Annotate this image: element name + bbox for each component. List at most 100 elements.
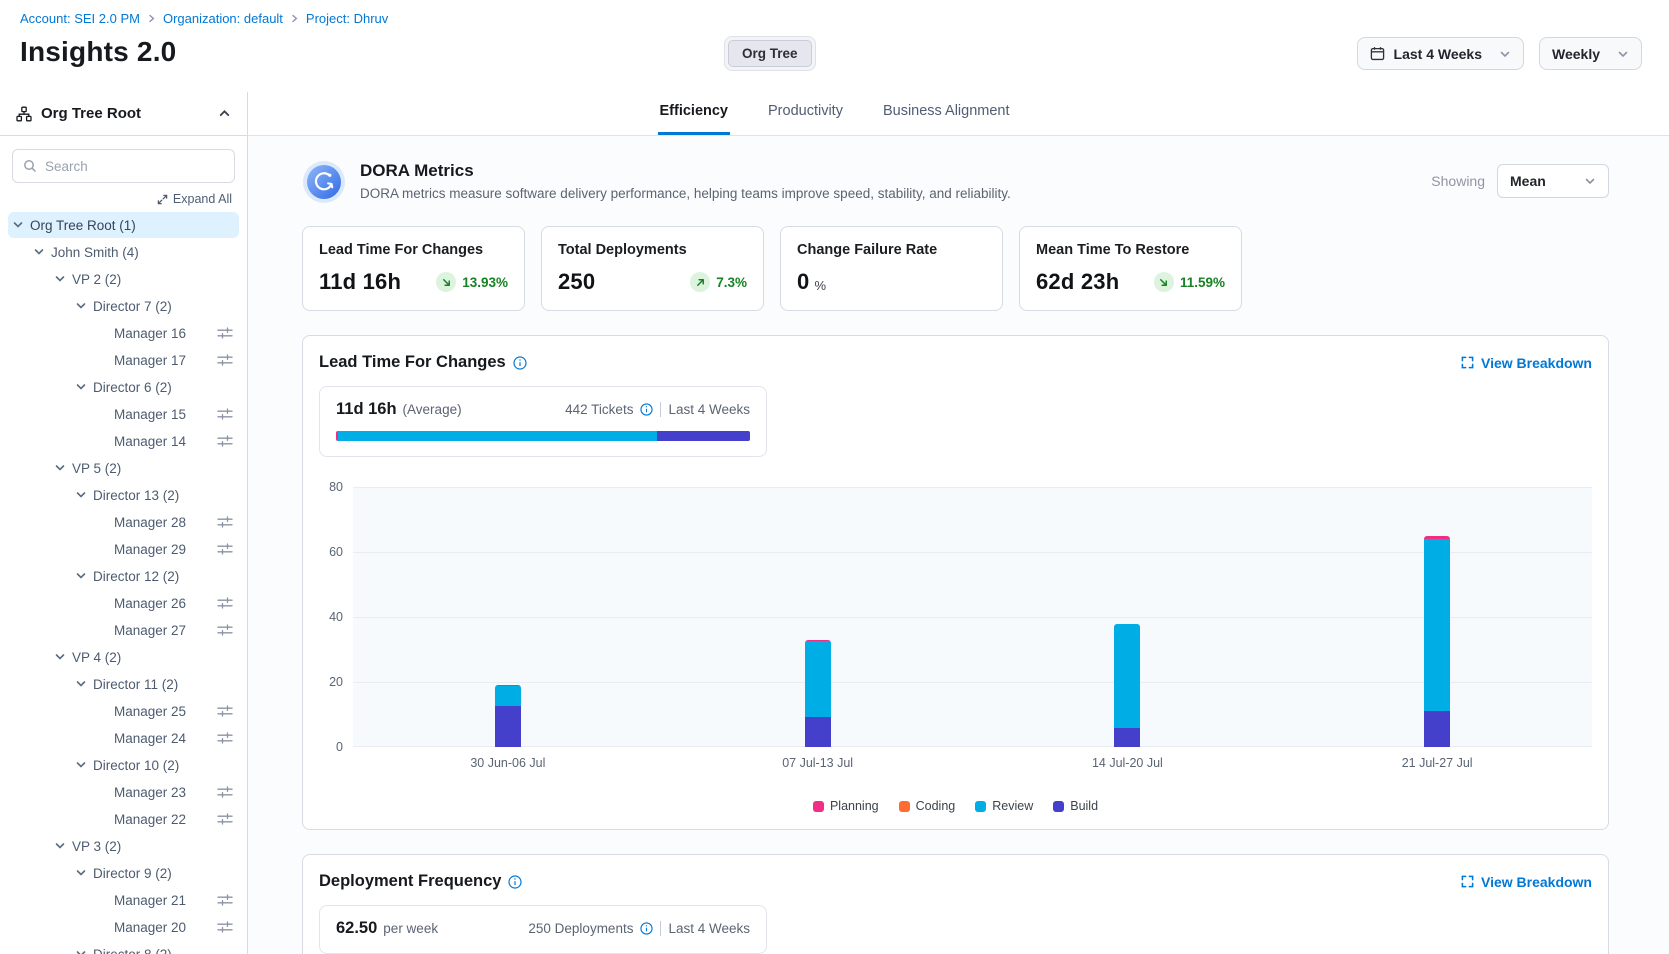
tree-item[interactable]: Manager 28 bbox=[8, 509, 239, 535]
sliders-icon[interactable] bbox=[217, 542, 233, 556]
tab-productivity[interactable]: Productivity bbox=[766, 103, 845, 135]
trend-down-icon bbox=[436, 272, 456, 292]
sliders-icon[interactable] bbox=[217, 785, 233, 799]
chart-bar bbox=[1424, 536, 1450, 747]
tree-item[interactable]: Director 12 (2) bbox=[8, 563, 239, 589]
tree-item[interactable]: Manager 29 bbox=[8, 536, 239, 562]
sliders-icon[interactable] bbox=[217, 407, 233, 421]
tree-item[interactable]: Manager 17 bbox=[8, 347, 239, 373]
breadcrumb-link[interactable]: Organization: default bbox=[163, 11, 283, 26]
tree-item-label: VP 5 (2) bbox=[72, 461, 121, 476]
metric-card[interactable]: Lead Time For Changes11d 16h13.93% bbox=[302, 226, 525, 311]
tree-item[interactable]: Manager 27 bbox=[8, 617, 239, 643]
sliders-icon[interactable] bbox=[217, 353, 233, 367]
tree-item[interactable]: Director 6 (2) bbox=[8, 374, 239, 400]
info-icon[interactable] bbox=[640, 922, 653, 935]
sliders-icon[interactable] bbox=[217, 704, 233, 718]
info-icon[interactable] bbox=[513, 356, 527, 370]
tree-item[interactable]: Org Tree Root (1) bbox=[8, 212, 239, 238]
tree-item[interactable]: VP 2 (2) bbox=[8, 266, 239, 292]
chevron-down-icon[interactable] bbox=[75, 570, 93, 582]
metric-card[interactable]: Mean Time To Restore62d 23h11.59% bbox=[1019, 226, 1242, 311]
sliders-icon[interactable] bbox=[217, 812, 233, 826]
sliders-icon[interactable] bbox=[217, 596, 233, 610]
tree-item-label: Manager 20 bbox=[114, 920, 186, 935]
chevron-down-icon[interactable] bbox=[75, 678, 93, 690]
metric-card[interactable]: Change Failure Rate0% bbox=[780, 226, 1003, 311]
tree-item[interactable]: Director 11 (2) bbox=[8, 671, 239, 697]
legend-item-build[interactable]: Build bbox=[1053, 799, 1098, 813]
chevron-down-icon[interactable] bbox=[12, 219, 30, 231]
stage-distribution-bar bbox=[336, 431, 750, 441]
tree-item[interactable]: VP 3 (2) bbox=[8, 833, 239, 859]
period-label: Last 4 Weeks bbox=[668, 402, 750, 417]
chevron-down-icon bbox=[96, 894, 114, 906]
content-scroll-area[interactable]: DORA Metrics DORA metrics measure softwa… bbox=[248, 136, 1669, 954]
metric-card[interactable]: Total Deployments2507.3% bbox=[541, 226, 764, 311]
tree-search[interactable] bbox=[12, 149, 235, 183]
sliders-icon[interactable] bbox=[217, 920, 233, 934]
org-tree-button[interactable]: Org Tree bbox=[728, 40, 812, 67]
sliders-icon[interactable] bbox=[217, 623, 233, 637]
tree-item[interactable]: Manager 26 bbox=[8, 590, 239, 616]
deployment-view-breakdown[interactable]: View Breakdown bbox=[1461, 874, 1592, 890]
breadcrumb: Account: SEI 2.0 PM Organization: default… bbox=[0, 0, 1669, 26]
chevron-down-icon[interactable] bbox=[75, 867, 93, 879]
sliders-icon[interactable] bbox=[217, 731, 233, 745]
tree-item[interactable]: Manager 23 bbox=[8, 779, 239, 805]
tree-item[interactable]: Director 10 (2) bbox=[8, 752, 239, 778]
tree-item[interactable]: Manager 25 bbox=[8, 698, 239, 724]
tree-item[interactable]: Manager 24 bbox=[8, 725, 239, 751]
chevron-down-icon[interactable] bbox=[54, 840, 72, 852]
tree-item[interactable]: Manager 21 bbox=[8, 887, 239, 913]
tree-item[interactable]: Manager 15 bbox=[8, 401, 239, 427]
x-tick-label: 07 Jul-13 Jul bbox=[748, 756, 888, 770]
tree-item[interactable]: Director 9 (2) bbox=[8, 860, 239, 886]
search-input[interactable] bbox=[45, 159, 224, 174]
legend-item-planning[interactable]: Planning bbox=[813, 799, 879, 813]
tree-item[interactable]: Director 13 (2) bbox=[8, 482, 239, 508]
legend-item-review[interactable]: Review bbox=[975, 799, 1033, 813]
sliders-icon[interactable] bbox=[217, 515, 233, 529]
breadcrumb-link[interactable]: Project: Dhruv bbox=[306, 11, 388, 26]
granularity-select[interactable]: Weekly bbox=[1539, 37, 1642, 70]
tree-item[interactable]: VP 4 (2) bbox=[8, 644, 239, 670]
chevron-down-icon bbox=[96, 624, 114, 636]
breadcrumb-link[interactable]: Account: SEI 2.0 PM bbox=[20, 11, 140, 26]
tree-item[interactable]: Manager 22 bbox=[8, 806, 239, 832]
date-range-select[interactable]: Last 4 Weeks bbox=[1357, 37, 1524, 70]
chevron-down-icon[interactable] bbox=[54, 273, 72, 285]
info-icon[interactable] bbox=[508, 875, 522, 889]
showing-select[interactable]: Mean bbox=[1497, 164, 1609, 198]
info-icon[interactable] bbox=[640, 403, 653, 416]
bar-segment-review bbox=[1114, 624, 1140, 728]
chevron-down-icon[interactable] bbox=[54, 462, 72, 474]
sliders-icon[interactable] bbox=[217, 434, 233, 448]
sliders-icon[interactable] bbox=[217, 893, 233, 907]
legend-item-coding[interactable]: Coding bbox=[899, 799, 956, 813]
tree-item[interactable]: Director 7 (2) bbox=[8, 293, 239, 319]
tree-item[interactable]: John Smith (4) bbox=[8, 239, 239, 265]
tab-efficiency[interactable]: Efficiency bbox=[658, 103, 731, 135]
tab-business-alignment[interactable]: Business Alignment bbox=[881, 103, 1012, 135]
tree-item[interactable]: Manager 14 bbox=[8, 428, 239, 454]
sliders-icon[interactable] bbox=[217, 326, 233, 340]
chevron-down-icon[interactable] bbox=[75, 300, 93, 312]
tree-item[interactable]: VP 5 (2) bbox=[8, 455, 239, 481]
expand-all-label: Expand All bbox=[173, 192, 232, 206]
lead-time-view-breakdown[interactable]: View Breakdown bbox=[1461, 355, 1592, 371]
expand-all-button[interactable]: Expand All bbox=[0, 192, 232, 206]
tree-item[interactable]: Manager 20 bbox=[8, 914, 239, 940]
tree-item[interactable]: Director 8 (2) bbox=[8, 941, 239, 954]
chevron-down-icon[interactable] bbox=[33, 246, 51, 258]
deployment-frequency-section: Deployment Frequency View Breakdown bbox=[302, 854, 1609, 954]
x-tick-label: 14 Jul-20 Jul bbox=[1057, 756, 1197, 770]
ticket-count: 442 Tickets bbox=[565, 402, 633, 417]
chevron-down-icon[interactable] bbox=[75, 381, 93, 393]
chevron-down-icon[interactable] bbox=[75, 948, 93, 954]
chevron-up-icon[interactable] bbox=[218, 107, 231, 120]
chevron-down-icon[interactable] bbox=[75, 759, 93, 771]
chevron-down-icon[interactable] bbox=[75, 489, 93, 501]
chevron-down-icon[interactable] bbox=[54, 651, 72, 663]
tree-item[interactable]: Manager 16 bbox=[8, 320, 239, 346]
